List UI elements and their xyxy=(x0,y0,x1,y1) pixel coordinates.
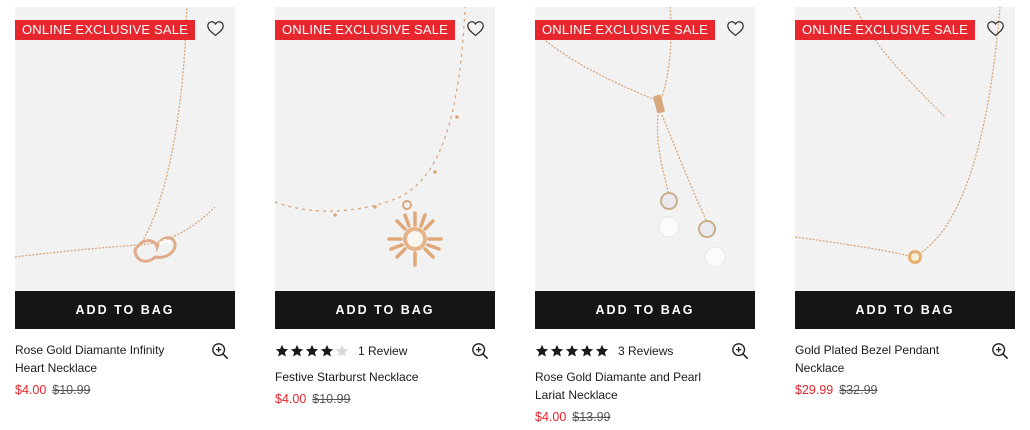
sale-price: $4.00 xyxy=(275,392,307,406)
star-filled-icon xyxy=(290,344,304,357)
product-name[interactable]: Festive Starburst Necklace xyxy=(275,368,455,386)
product-info: 3 Reviews Rose Gold Diamante and Pearl L… xyxy=(535,329,755,424)
necklace-image xyxy=(795,7,1001,264)
sale-price: $4.00 xyxy=(535,410,567,424)
add-to-bag-button[interactable]: ADD TO BAG xyxy=(795,291,1015,329)
sale-badge: ONLINE EXCLUSIVE SALE xyxy=(535,20,716,40)
product-name[interactable]: Gold Plated Bezel Pendant Necklace xyxy=(795,341,975,377)
rating-row[interactable]: 1 Review xyxy=(275,342,455,360)
product-image[interactable]: ONLINE EXCLUSIVE SALE xyxy=(795,7,1015,291)
necklace-image xyxy=(275,7,466,267)
product-image[interactable]: ONLINE EXCLUSIVE SALE xyxy=(275,7,495,291)
rating-row[interactable]: 3 Reviews xyxy=(535,342,715,360)
zoom-in-icon[interactable] xyxy=(731,342,749,360)
price-block: $4.00 $10.99 xyxy=(15,383,195,397)
original-price: $10.99 xyxy=(312,392,351,406)
zoom-in-icon[interactable] xyxy=(991,342,1009,360)
necklace-image xyxy=(535,7,726,268)
sale-price: $29.99 xyxy=(795,383,834,397)
original-price: $13.99 xyxy=(572,410,611,424)
sale-badge: ONLINE EXCLUSIVE SALE xyxy=(15,20,196,40)
product-grid: ONLINE EXCLUSIVE SALE ADD TO BAG Rose Go… xyxy=(15,7,1015,424)
product-info: Gold Plated Bezel Pendant Necklace $29.9… xyxy=(795,329,1015,397)
star-filled-icon xyxy=(305,344,319,357)
add-to-bag-button[interactable]: ADD TO BAG xyxy=(15,291,235,329)
sale-price: $4.00 xyxy=(15,383,47,397)
product-name[interactable]: Rose Gold Diamante Infinity Heart Neckla… xyxy=(15,341,195,377)
star-empty-icon xyxy=(335,344,349,357)
product-card: ONLINE EXCLUSIVE SALE ADD TO BAG 1 Revie… xyxy=(275,7,495,424)
original-price: $32.99 xyxy=(839,383,878,397)
review-count[interactable]: 3 Reviews xyxy=(618,344,673,358)
product-card: ONLINE EXCLUSIVE SALE ADD TO BAG Gold Pl… xyxy=(795,7,1015,424)
star-filled-icon xyxy=(275,344,289,357)
star-filled-icon xyxy=(320,344,334,357)
sale-badge: ONLINE EXCLUSIVE SALE xyxy=(795,20,976,40)
product-info: Rose Gold Diamante Infinity Heart Neckla… xyxy=(15,329,235,397)
necklace-image xyxy=(15,7,216,263)
star-filled-icon xyxy=(550,344,564,357)
heart-outline-icon[interactable] xyxy=(206,20,225,37)
product-image[interactable]: ONLINE EXCLUSIVE SALE xyxy=(15,7,235,291)
product-name[interactable]: Rose Gold Diamante and Pearl Lariat Neck… xyxy=(535,368,715,404)
add-to-bag-button[interactable]: ADD TO BAG xyxy=(535,291,755,329)
price-block: $4.00 $10.99 xyxy=(275,392,455,406)
price-block: $29.99 $32.99 xyxy=(795,383,975,397)
product-card: ONLINE EXCLUSIVE SALE ADD TO BAG Rose Go… xyxy=(15,7,235,424)
heart-outline-icon[interactable] xyxy=(986,20,1005,37)
product-card: ONLINE EXCLUSIVE SALE ADD TO BAG 3 Revie… xyxy=(535,7,755,424)
heart-outline-icon[interactable] xyxy=(466,20,485,37)
heart-outline-icon[interactable] xyxy=(726,20,745,37)
star-filled-icon xyxy=(595,344,609,357)
review-count[interactable]: 1 Review xyxy=(358,344,407,358)
zoom-in-icon[interactable] xyxy=(471,342,489,360)
price-block: $4.00 $13.99 xyxy=(535,410,715,424)
product-info: 1 Review Festive Starburst Necklace $4.0… xyxy=(275,329,495,406)
product-image[interactable]: ONLINE EXCLUSIVE SALE xyxy=(535,7,755,291)
star-filled-icon xyxy=(535,344,549,357)
star-rating xyxy=(535,344,610,358)
sale-badge: ONLINE EXCLUSIVE SALE xyxy=(275,20,456,40)
original-price: $10.99 xyxy=(52,383,91,397)
star-filled-icon xyxy=(580,344,594,357)
star-rating xyxy=(275,344,350,358)
add-to-bag-button[interactable]: ADD TO BAG xyxy=(275,291,495,329)
star-filled-icon xyxy=(565,344,579,357)
zoom-in-icon[interactable] xyxy=(211,342,229,360)
